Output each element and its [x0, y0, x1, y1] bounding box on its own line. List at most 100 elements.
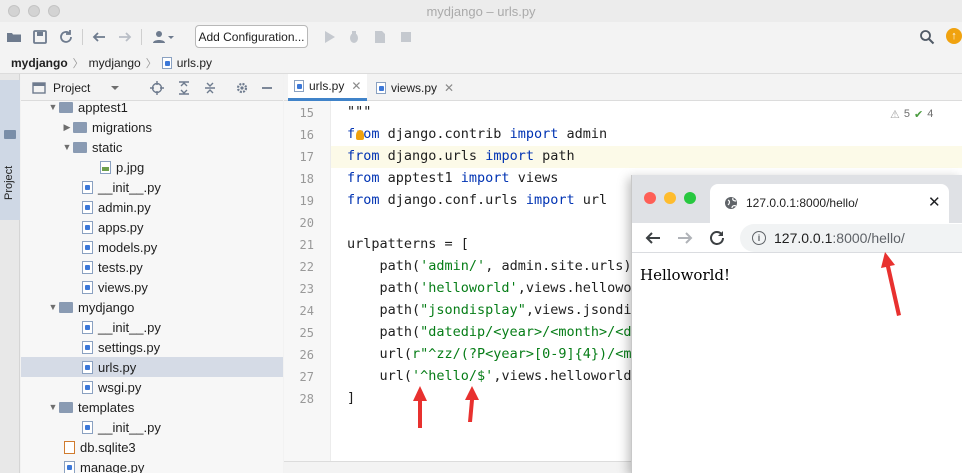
run-icon[interactable] [319, 27, 339, 47]
code-text: url( [347, 368, 413, 384]
tree-item-apptest1[interactable]: ▼ apptest1 [21, 101, 283, 117]
code-keyword: from [347, 148, 380, 164]
project-tool-window-tab[interactable]: Project [0, 80, 20, 220]
tree-item-settings-py[interactable]: settings.py [21, 337, 283, 357]
sync-icon[interactable] [56, 27, 76, 47]
tab-views-py[interactable]: views.py ✕ [370, 74, 460, 101]
stop-icon[interactable] [396, 27, 416, 47]
inspection-widget[interactable]: ⚠ 5 ✔ 4 [890, 108, 933, 121]
browser-close-button[interactable] [644, 192, 656, 204]
collapse-all-icon[interactable] [202, 80, 218, 96]
code-string: 'admin/' [420, 258, 486, 274]
tree-item-label: db.sqlite3 [80, 439, 136, 455]
code-text: admin [558, 126, 608, 142]
locate-file-icon[interactable] [149, 80, 165, 96]
tree-item-urls-py[interactable]: urls.py [21, 357, 283, 377]
browser-zoom-button[interactable] [684, 192, 696, 204]
line-number: 15 [299, 106, 314, 120]
search-icon[interactable] [917, 27, 937, 47]
forward-arrow-icon[interactable] [674, 227, 696, 249]
tab-label: views.py [391, 80, 438, 95]
code-text: django.urls [379, 148, 486, 164]
add-configuration-button[interactable]: Add Configuration... [195, 25, 308, 48]
tree-item-init-py[interactable]: __init__.py [21, 317, 283, 337]
save-icon[interactable] [30, 27, 50, 47]
breadcrumb: mydjango 〉 mydjango 〉 urls.py [0, 52, 962, 74]
close-tab-icon[interactable]: ✕ [444, 81, 454, 95]
tree-item-apps-py[interactable]: apps.py [21, 217, 283, 237]
open-folder-icon[interactable] [4, 27, 24, 47]
tree-item-tests-py[interactable]: tests.py [21, 257, 283, 277]
tree-item-models-py[interactable]: models.py [21, 237, 283, 257]
vcs-user-icon[interactable] [148, 27, 178, 47]
folder-icon [59, 401, 73, 413]
chevron-right-icon[interactable]: ▶ [61, 122, 73, 133]
code-string: 'helloworld' [420, 280, 518, 296]
debug-icon[interactable] [344, 27, 364, 47]
tree-item-migrations[interactable]: ▶ migrations [21, 117, 283, 137]
reload-icon[interactable] [706, 227, 728, 249]
line-number-gutter: 15 16 17 18 19 20 21 22 23 24 25 26 27 2… [284, 101, 331, 461]
tree-item-db-sqlite3[interactable]: db.sqlite3 [21, 437, 283, 457]
update-notification-icon[interactable]: ↑ [946, 28, 962, 44]
code-line: ] [347, 390, 356, 406]
python-file-icon [82, 320, 93, 334]
tree-item-init-py[interactable]: __init__.py [21, 177, 283, 197]
breadcrumb-folder[interactable]: mydjango [89, 56, 141, 70]
chevron-down-icon[interactable]: ▼ [61, 142, 73, 152]
tree-item-p-jpg[interactable]: p.jpg [21, 157, 283, 177]
tree-item-label: __init__.py [98, 419, 161, 435]
code-text: url( [347, 346, 413, 362]
tree-item-label: manage.py [80, 459, 145, 473]
chevron-down-icon[interactable]: ▼ [47, 302, 59, 312]
tree-item-mydjango[interactable]: ▼ mydjango [21, 297, 283, 317]
project-tab-label: Project [3, 165, 15, 200]
code-string: "datedip/<year>/<month>/<da [420, 324, 640, 340]
back-arrow-icon[interactable] [642, 227, 664, 249]
folder-icon [59, 301, 73, 313]
tree-item-templates[interactable]: ▼ templates [21, 397, 283, 417]
breadcrumb-project[interactable]: mydjango [11, 56, 68, 70]
code-keyword: import [460, 170, 510, 186]
tree-item-views-py[interactable]: views.py [21, 277, 283, 297]
gear-icon[interactable] [234, 80, 250, 96]
view-dropdown-icon[interactable] [107, 80, 123, 96]
code-line: url(r"^zz/(?P<year>[0-9]{4})/<mo [347, 346, 640, 362]
url-text[interactable]: 127.0.0.1:8000/hello/ [774, 230, 905, 246]
tree-item-label: static [92, 139, 123, 155]
tree-item-admin-py[interactable]: admin.py [21, 197, 283, 217]
tree-item-manage-py[interactable]: manage.py [21, 457, 283, 473]
browser-tab[interactable]: 127.0.0.1:8000/hello/ ✕ [710, 184, 949, 223]
browser-window: 127.0.0.1:8000/hello/ ✕ i 127.0.0.1:8000… [631, 175, 962, 473]
address-bar[interactable]: i 127.0.0.1:8000/hello/ [740, 224, 962, 252]
close-icon[interactable]: ✕ [928, 193, 941, 211]
intention-bulb-icon[interactable] [356, 130, 364, 140]
tree-item-label: wsgi.py [98, 379, 142, 395]
hide-panel-icon[interactable] [259, 80, 275, 96]
tree-item-label: templates [78, 399, 135, 415]
code-keyword: from [347, 170, 380, 186]
tree-item-wsgi-py[interactable]: wsgi.py [21, 377, 283, 397]
project-tree: ▼ apptest1 ▶ migrations ▼ static p.jpg _… [21, 101, 283, 473]
browser-minimize-button[interactable] [664, 192, 676, 204]
tab-urls-py[interactable]: urls.py ✕ [288, 74, 368, 101]
coverage-icon[interactable] [370, 27, 390, 47]
tree-item-static[interactable]: ▼ static [21, 137, 283, 157]
chevron-down-icon[interactable]: ▼ [47, 402, 59, 412]
chevron-down-icon[interactable]: ▼ [47, 102, 59, 112]
browser-tab-strip: 127.0.0.1:8000/hello/ ✕ [632, 175, 962, 223]
project-view-selector[interactable]: Project [53, 81, 90, 95]
info-icon[interactable]: i [752, 231, 766, 245]
breadcrumb-file[interactable]: urls.py [177, 56, 212, 70]
back-arrow-icon[interactable] [89, 27, 109, 47]
expand-all-icon[interactable] [176, 80, 192, 96]
tree-item-init-py[interactable]: __init__.py [21, 417, 283, 437]
code-text: path [533, 148, 575, 164]
forward-arrow-icon[interactable] [115, 27, 135, 47]
breadcrumb-separator-icon: 〉 [145, 57, 157, 70]
tree-item-label: models.py [98, 239, 158, 255]
tree-item-label: views.py [98, 279, 148, 295]
python-file-icon [376, 81, 386, 94]
python-file-icon [82, 260, 93, 274]
close-tab-icon[interactable]: ✕ [351, 79, 361, 93]
